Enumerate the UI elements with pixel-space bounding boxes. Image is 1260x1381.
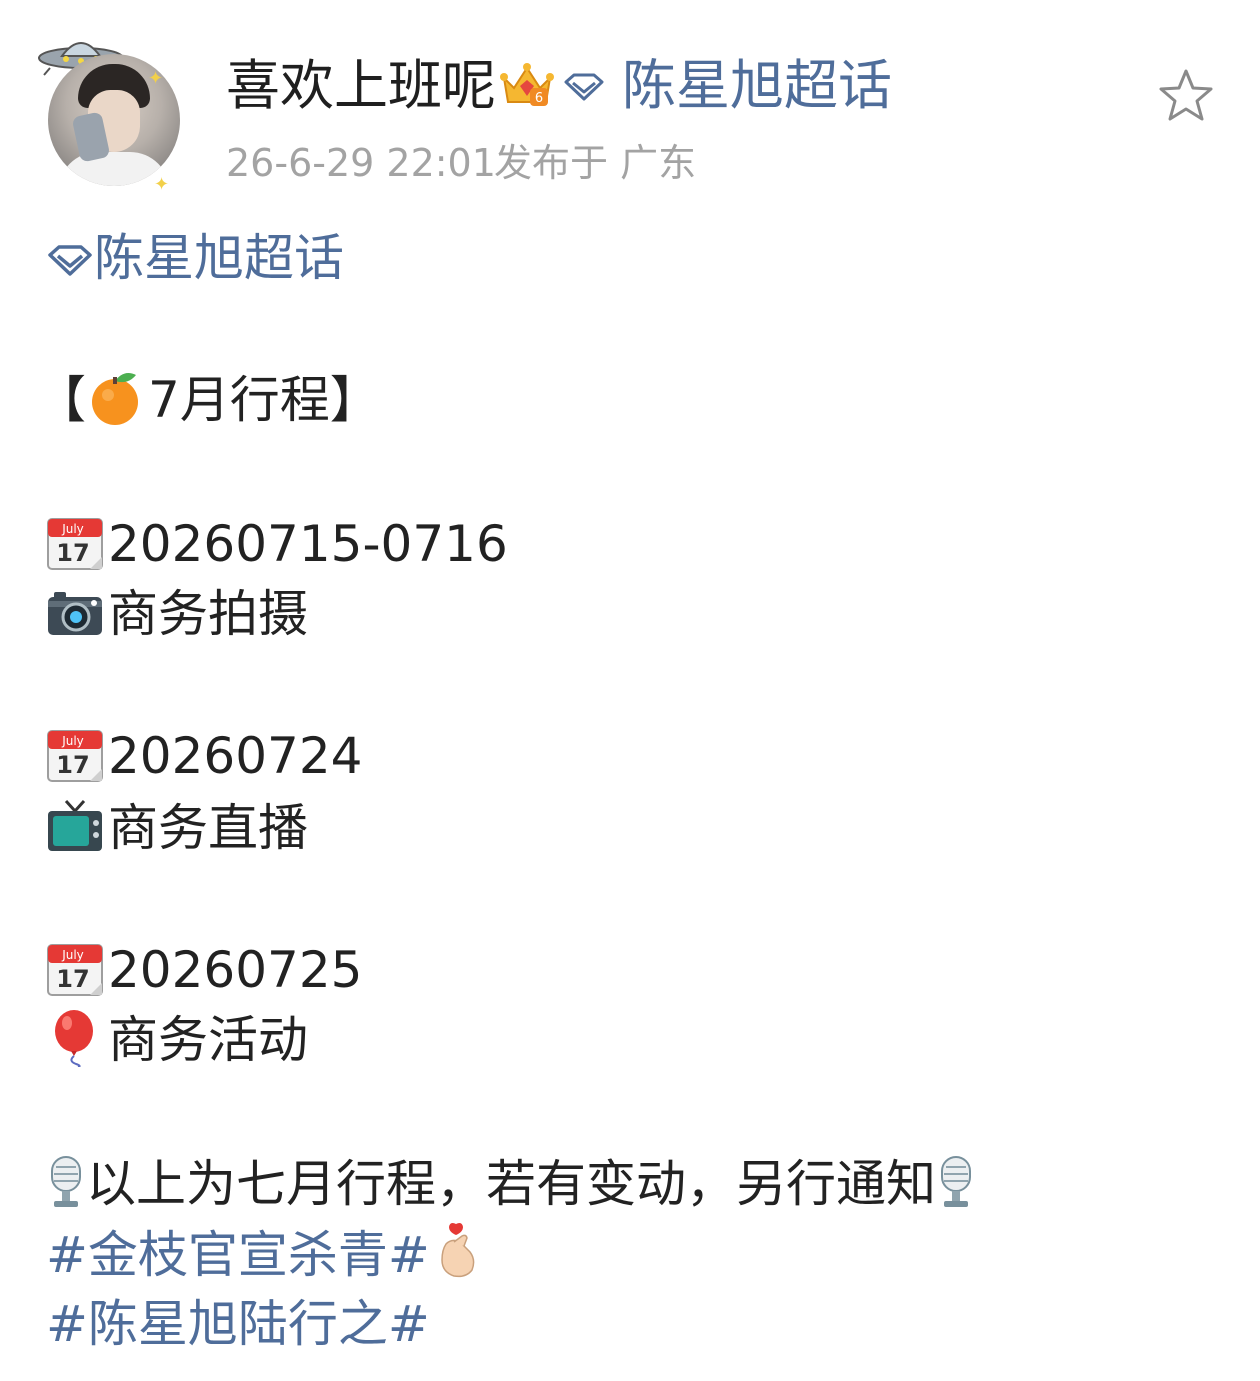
super-topic-diamond-icon (564, 73, 604, 101)
author-avatar[interactable]: ✦ ✦ (36, 28, 196, 198)
bracket-open: 【 (36, 371, 86, 429)
schedule-date-1: July 17 20260715-0716 (46, 512, 508, 576)
microphone-icon (936, 1155, 976, 1209)
schedule-activity-2: 商务直播 (46, 796, 308, 860)
calendar-icon: July 17 (46, 513, 104, 571)
schedule-activity-text: 商务拍摄 (108, 585, 308, 643)
schedule-date-text: 20260725 (108, 941, 363, 999)
favorite-button[interactable] (1156, 66, 1216, 126)
schedule-date-text: 20260715-0716 (108, 515, 508, 573)
schedule-activity-text: 商务活动 (108, 1011, 308, 1069)
level-number: 6 (535, 91, 543, 106)
svg-text:July: July (61, 948, 84, 962)
author-name[interactable]: 喜欢上班呢 (226, 52, 496, 120)
svg-text:17: 17 (56, 751, 89, 779)
notice-text: 以上为七月行程，若有变动，另行通知 (86, 1155, 936, 1213)
super-topic-diamond-icon (48, 245, 92, 276)
super-topic-link[interactable]: 陈星旭超话 (622, 52, 892, 120)
star-icon (1159, 69, 1213, 121)
schedule-heading: 【 7月行程】 (36, 368, 380, 432)
sparkle-icon: ✦ (148, 68, 164, 89)
schedule-date-text: 20260724 (108, 727, 363, 785)
heading-text: 7月行程】 (148, 371, 380, 429)
weibo-post: ✦ ✦ 喜欢上班呢 6 陈星旭超话 26-6-29 22:01 发布于 广东 陈… (0, 0, 1260, 1381)
balloon-icon (46, 1009, 104, 1067)
crown-level-badge-icon: 6 (500, 63, 554, 106)
body-super-topic-link[interactable]: 陈星旭超话 (46, 226, 344, 290)
hashtag-link[interactable]: #金枝官宣杀青# (46, 1226, 430, 1284)
svg-text:17: 17 (56, 539, 89, 567)
notice-line: 以上为七月行程，若有变动，另行通知 (46, 1152, 976, 1216)
schedule-date-3: July 17 20260725 (46, 938, 363, 1002)
schedule-activity-text: 商务直播 (108, 799, 308, 857)
calendar-icon: July 17 (46, 725, 104, 783)
schedule-activity-3: 商务活动 (46, 1008, 308, 1072)
schedule-activity-1: 商务拍摄 (46, 582, 308, 646)
television-icon (46, 797, 104, 855)
schedule-date-2: July 17 20260724 (46, 724, 363, 788)
post-timestamp: 26-6-29 22:01 (226, 141, 496, 185)
svg-text:July: July (61, 522, 84, 536)
microphone-icon (46, 1155, 86, 1209)
body-topic-text: 陈星旭超话 (94, 229, 344, 287)
svg-text:17: 17 (56, 965, 89, 993)
tangerine-icon (86, 369, 144, 427)
finger-heart-icon (436, 1222, 482, 1278)
camera-icon (46, 583, 104, 641)
hashtag-line-1: #金枝官宣杀青# (46, 1222, 482, 1287)
sparkle-icon: ✦ (154, 174, 170, 195)
svg-text:July: July (61, 734, 84, 748)
calendar-icon: July 17 (46, 939, 104, 997)
hashtag-link[interactable]: #陈星旭陆行之# (46, 1292, 430, 1356)
post-location: 发布于 广东 (494, 141, 697, 185)
